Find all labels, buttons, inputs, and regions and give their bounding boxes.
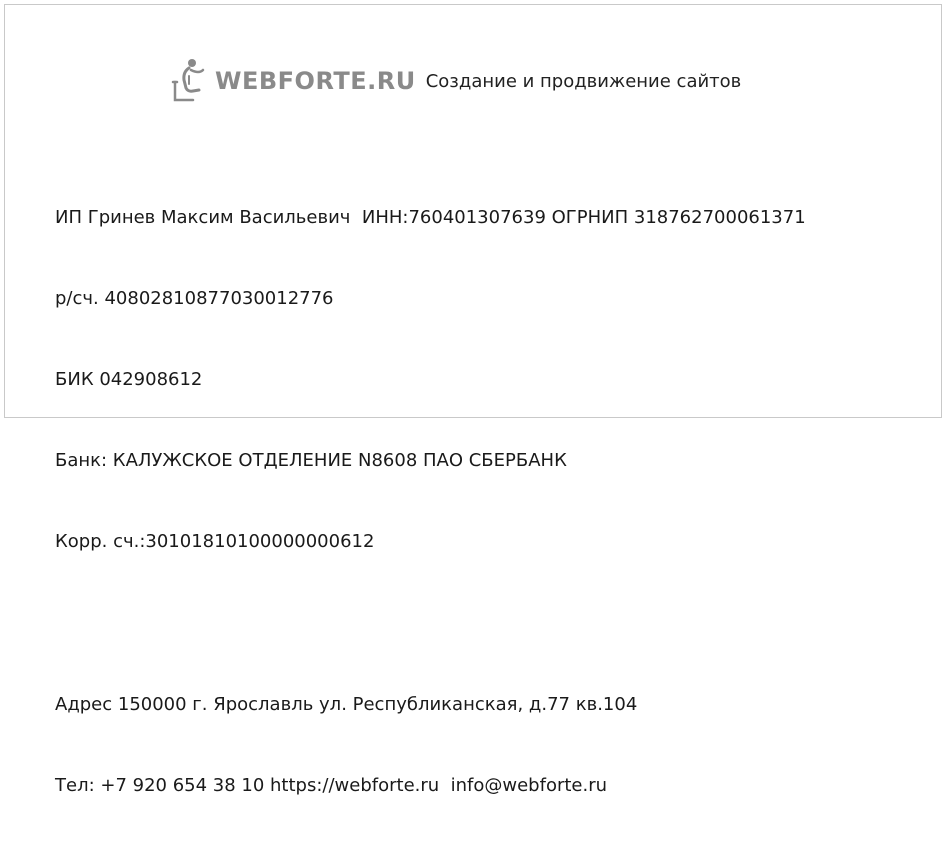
entrepreneur-line: ИП Гринев Максим Васильевич ИНН:76040130… (55, 207, 806, 228)
account-line: р/сч. 40802810877030012776 (55, 288, 334, 309)
contacts-line: Тел: +7 920 654 38 10 https://webforte.r… (55, 775, 608, 796)
bik-line: БИК 042908612 (55, 369, 203, 390)
brand-name: WEBFORTE.RU (215, 67, 416, 95)
header: WEBFORTE.RU Создание и продвижение сайто… (169, 55, 741, 107)
requisites-card: WEBFORTE.RU Создание и продвижение сайто… (4, 4, 942, 796)
tagline: Создание и продвижение сайтов (425, 70, 742, 92)
person-with-laptop-icon (171, 59, 205, 102)
requisites-block: ИП Гринев Максим Васильевич ИНН:76040130… (55, 150, 806, 848)
bank-line: Банк: КАЛУЖСКОЕ ОТДЕЛЕНИЕ N8608 ПАО СБЕР… (55, 450, 567, 471)
corr-account-line: Корр. сч.:30101810100000000612 (55, 531, 375, 552)
address-line: Адрес 150000 г. Ярославль ул. Республика… (55, 694, 638, 715)
